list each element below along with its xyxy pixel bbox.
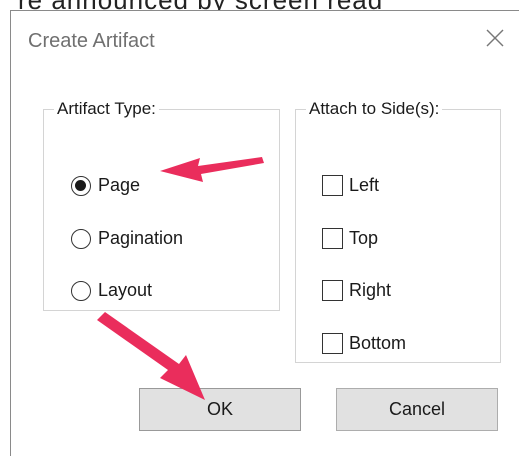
attach-sides-group: Attach to Side(s): Left Top Right Bottom — [295, 99, 501, 363]
radio-pagination[interactable]: Pagination — [71, 228, 183, 249]
close-button[interactable] — [485, 28, 505, 48]
checkbox-left[interactable]: Left — [322, 175, 379, 196]
checkbox-top-box[interactable] — [322, 228, 343, 249]
artifact-type-legend: Artifact Type: — [57, 99, 156, 118]
radio-layout[interactable]: Layout — [71, 280, 152, 301]
close-icon — [486, 29, 504, 47]
create-artifact-dialog: Create Artifact Artifact Type: Page Pagi… — [10, 10, 519, 456]
checkbox-top[interactable]: Top — [322, 228, 378, 249]
radio-page-indicator[interactable] — [71, 175, 91, 196]
checkbox-bottom-box[interactable] — [322, 333, 343, 354]
radio-page[interactable]: Page — [71, 175, 140, 196]
radio-layout-indicator[interactable] — [71, 280, 91, 301]
checkbox-right-box[interactable] — [322, 280, 343, 301]
radio-pagination-indicator[interactable] — [71, 228, 91, 249]
checkbox-bottom-label: Bottom — [349, 333, 407, 353]
cancel-button[interactable]: Cancel — [336, 388, 498, 431]
radio-layout-label: Layout — [98, 280, 153, 300]
checkbox-left-label: Left — [349, 175, 380, 195]
dialog-title: Create Artifact — [28, 30, 155, 52]
checkbox-top-label: Top — [349, 228, 379, 248]
checkbox-right[interactable]: Right — [322, 280, 391, 301]
artifact-type-group: Artifact Type: Page Pagination Layout — [43, 99, 280, 311]
ok-button[interactable]: OK — [139, 388, 301, 431]
checkbox-bottom[interactable]: Bottom — [322, 333, 406, 354]
radio-page-label: Page — [98, 175, 141, 195]
attach-sides-legend: Attach to Side(s): — [309, 99, 440, 118]
checkbox-left-box[interactable] — [322, 175, 343, 196]
radio-pagination-label: Pagination — [98, 228, 184, 248]
checkbox-right-label: Right — [349, 280, 392, 300]
